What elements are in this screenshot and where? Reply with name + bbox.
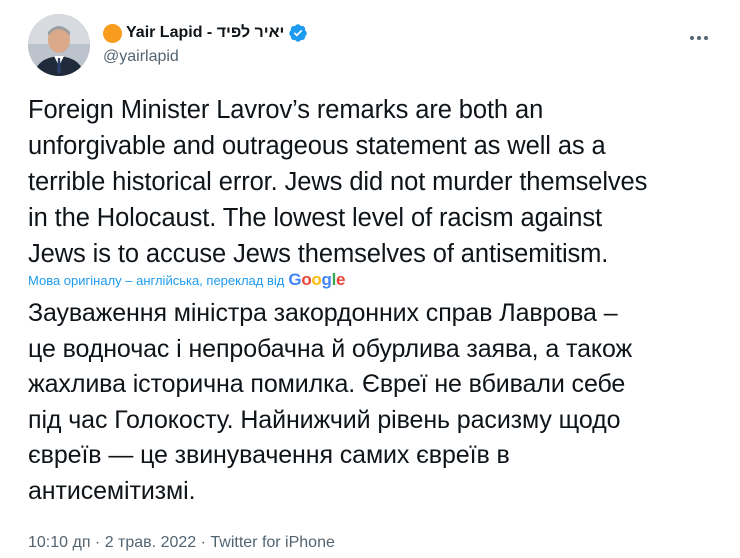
author-handle[interactable]: @yairlapid — [103, 48, 308, 66]
author-name-row[interactable]: Yair Lapid - יאיר לפיד — [103, 22, 308, 44]
translated-tweet-text: Зауваження міністра закордонних справ Ла… — [28, 299, 633, 505]
meta-separator: · — [90, 534, 105, 551]
avatar[interactable] — [28, 14, 90, 76]
verified-badge-icon — [288, 23, 308, 43]
orange-circle-icon — [103, 23, 122, 43]
tweet-card: Yair Lapid - יאיר לפיד @yairlapid Foreig… — [0, 0, 740, 555]
google-logo: Google — [288, 270, 346, 289]
tweet-time-link[interactable]: 10:10 дп · 2 трав. 2022 — [28, 534, 196, 551]
more-options-icon — [690, 36, 708, 40]
avatar-image — [28, 14, 90, 76]
translation-label-text[interactable]: Мова оригіналу – англійська, переклад ві… — [28, 273, 284, 288]
author-names: Yair Lapid - יאיר לפיד @yairlapid — [103, 22, 308, 66]
tweet-time: 10:10 дп — [28, 534, 91, 551]
tweet-header: Yair Lapid - יאיר לפיד @yairlapid — [28, 14, 718, 78]
translation-label[interactable]: Мова оригіналу – англійська, переклад ві… — [28, 270, 345, 290]
tweet-source-link[interactable]: Twitter for iPhone — [210, 534, 335, 551]
tweet-text: Foreign Minister Lavrov’s remarks are bo… — [28, 96, 648, 268]
more-options-button[interactable] — [686, 28, 712, 48]
tweet-date: 2 трав. 2022 — [104, 534, 197, 551]
tweet-meta: 10:10 дп · 2 трав. 2022 · Twitter for iP… — [28, 534, 335, 558]
author-display-name[interactable]: Yair Lapid - יאיר לפיד — [126, 24, 284, 42]
meta-separator-2: · — [196, 534, 211, 551]
